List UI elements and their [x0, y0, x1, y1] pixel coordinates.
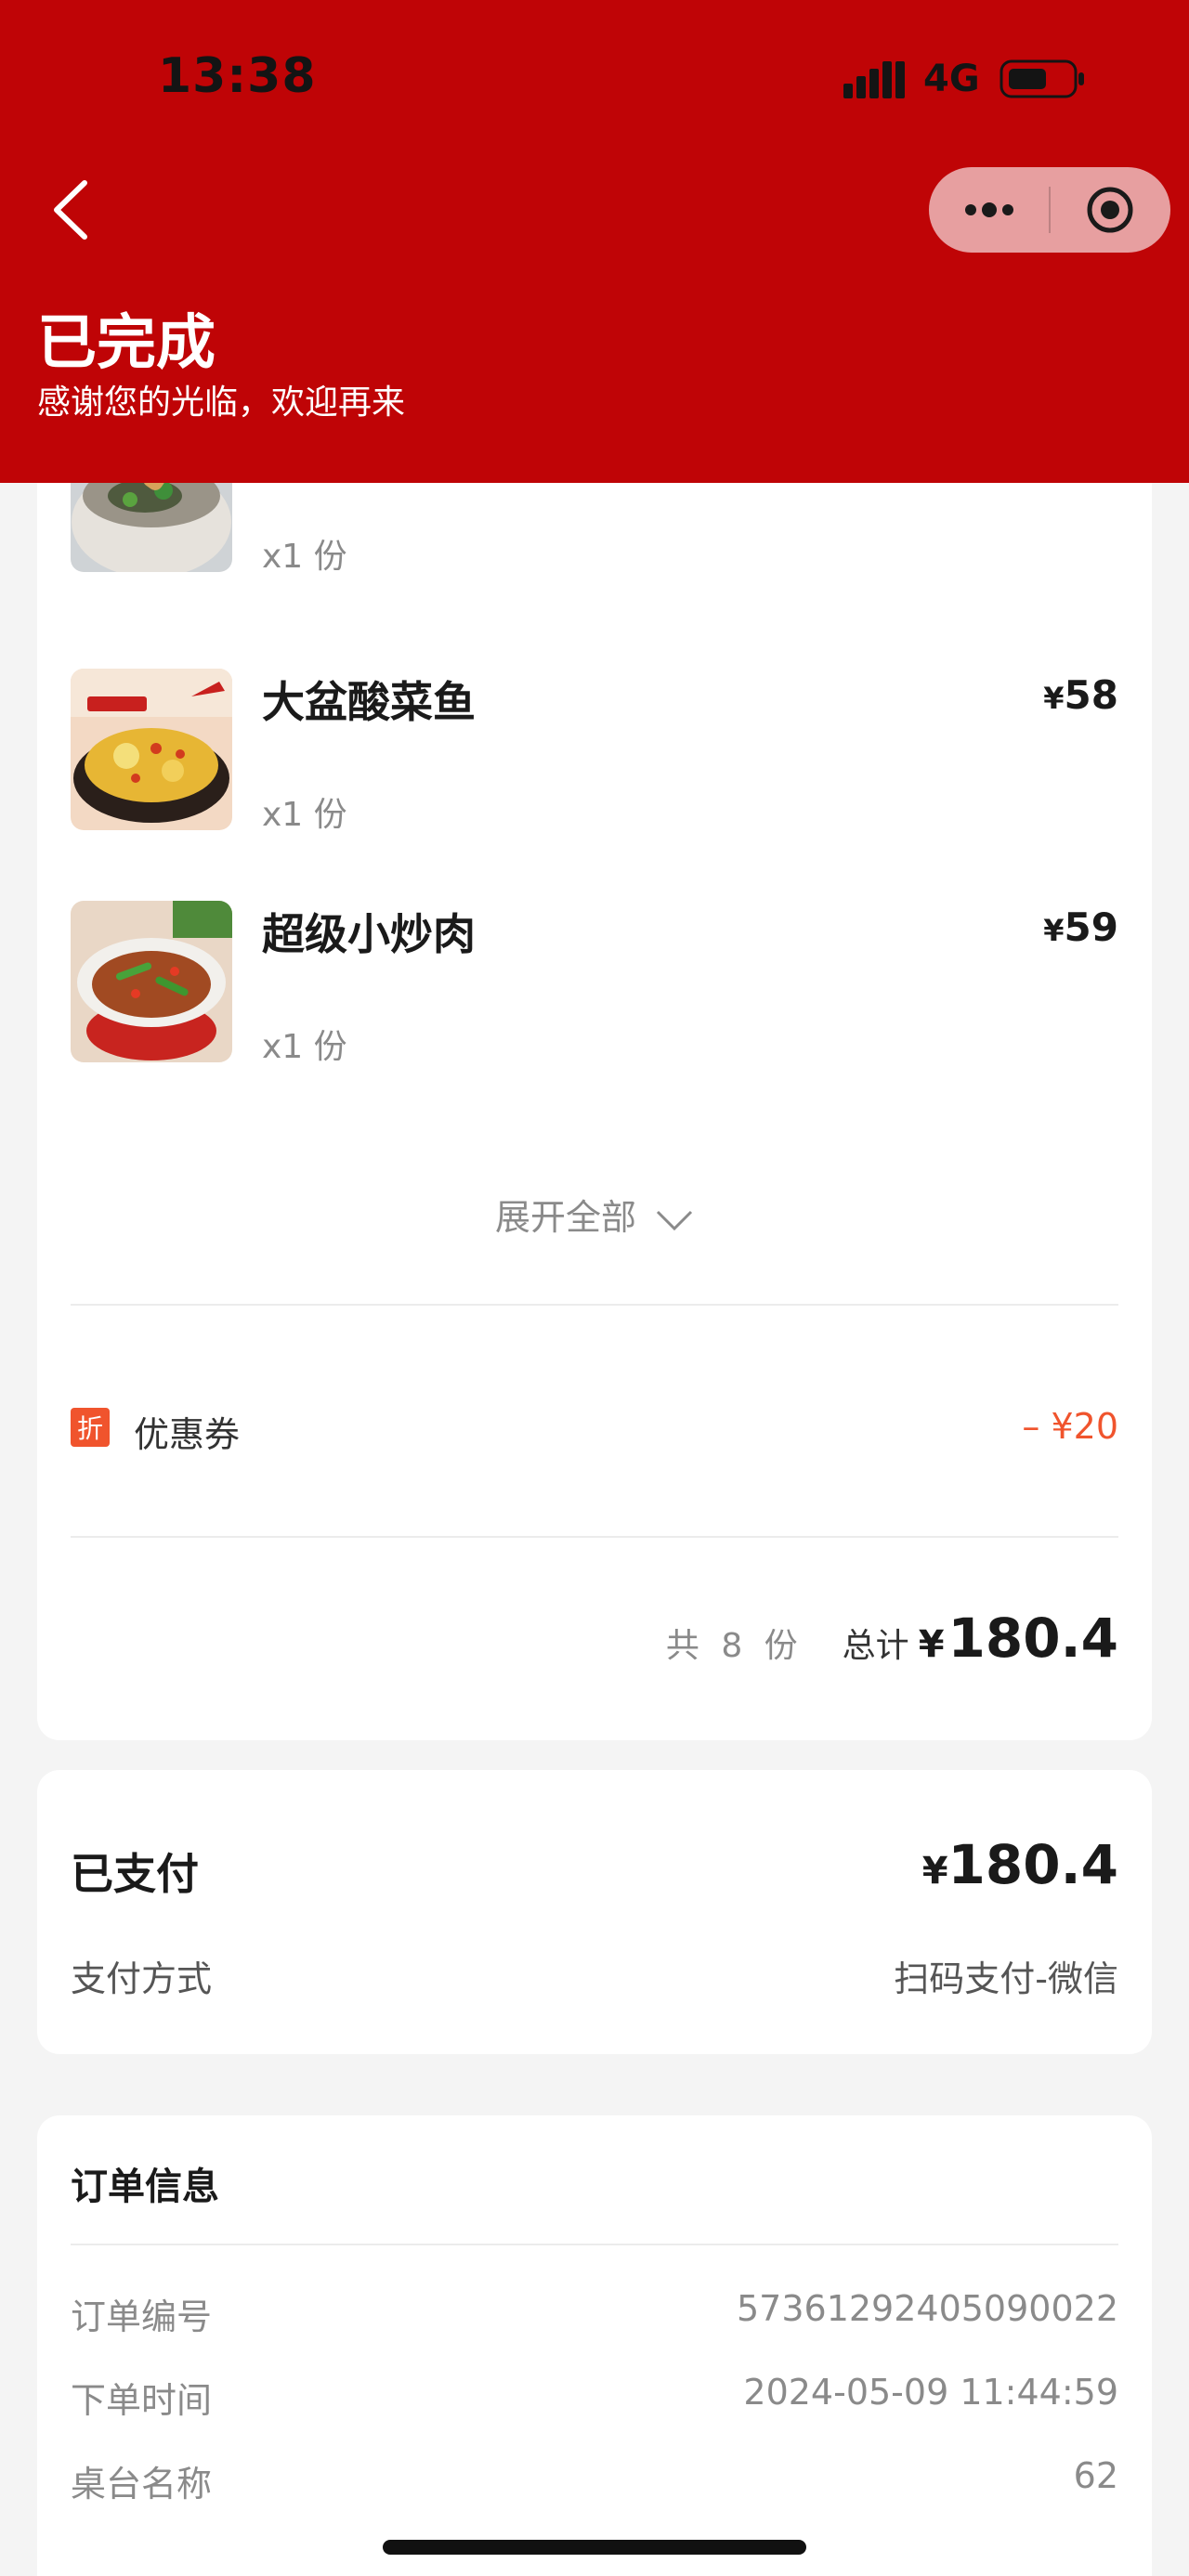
coupon-label: 优惠券: [134, 1414, 241, 1455]
payment-card: 已支付 ¥180.4 支付方式 扫码支付-微信: [37, 1770, 1152, 2054]
home-indicator: [383, 2540, 806, 2555]
divider: [71, 1304, 1118, 1306]
dish-name: 大盆酸菜鱼: [262, 677, 476, 727]
expand-all-button[interactable]: 展开全部: [37, 1189, 1152, 1240]
battery-icon: [1000, 59, 1084, 98]
network-type: 4G: [923, 58, 980, 100]
dish-quantity: x1 份: [262, 538, 347, 576]
info-key: 桌台名称: [71, 2464, 213, 2504]
payment-method-value: 扫码支付-微信: [894, 1958, 1118, 1999]
info-key: 订单编号: [71, 2296, 213, 2337]
order-total-row: 共 8 份 总计 ¥ 180.4: [666, 1607, 1118, 1670]
dish-item[interactable]: 超级小炒肉 ¥59 x1 份: [71, 901, 1118, 1066]
expand-all-label: 展开全部: [494, 1197, 636, 1238]
table-name-value: 62: [1073, 2455, 1118, 2496]
signal-icon: [843, 61, 905, 98]
currency-symbol: ¥: [1043, 913, 1065, 948]
dish-price: ¥58: [1043, 672, 1118, 718]
chevron-down-icon: [656, 1210, 693, 1230]
payment-method-label: 支付方式: [71, 1958, 213, 1999]
close-miniprogram-button[interactable]: [1051, 167, 1170, 253]
page-title: 已完成: [37, 309, 216, 378]
order-info-card: 订单信息 订单编号 57361292405090022 下单时间 2024-05…: [37, 2115, 1152, 2576]
price-value: 59: [1064, 904, 1118, 950]
miniprogram-capsule: [929, 167, 1170, 253]
dish-image-sauerkraut-fish: [71, 669, 232, 830]
currency-symbol: ¥: [921, 1850, 948, 1893]
divider: [71, 2244, 1118, 2245]
paid-amount: ¥180.4: [922, 1833, 1118, 1896]
back-button[interactable]: [37, 173, 102, 247]
info-key: 下单时间: [71, 2380, 213, 2421]
coupon-value: – ¥20: [1022, 1406, 1118, 1447]
order-number-value[interactable]: 57361292405090022: [737, 2288, 1118, 2329]
more-dots-icon: [964, 202, 1013, 217]
order-time-row: 下单时间 2024-05-09 11:44:59: [71, 2372, 1118, 2427]
chevron-left-icon: [54, 180, 87, 240]
total-amount: 180.4: [947, 1607, 1118, 1670]
currency-symbol: ¥: [1043, 681, 1065, 716]
price-value: 58: [1064, 672, 1118, 718]
order-number-row: 订单编号 57361292405090022: [71, 2288, 1118, 2344]
dish-name: 超级小炒肉: [262, 909, 476, 959]
page-subtitle: 感谢您的光临，欢迎再来: [37, 384, 406, 422]
order-items-card: x1 份 大盆酸菜鱼 ¥58 x1 份 超级小炒肉 ¥59 x1 份 展开全部 …: [37, 409, 1152, 1740]
status-time: 13:38: [158, 48, 317, 104]
divider: [71, 1536, 1118, 1538]
currency-symbol: ¥: [918, 1623, 945, 1666]
dish-image-stir-fried-pork: [71, 901, 232, 1062]
order-time-value: 2024-05-09 11:44:59: [743, 2372, 1118, 2413]
paid-title: 已支付: [71, 1849, 199, 1899]
dish-item[interactable]: 大盆酸菜鱼 ¥58 x1 份: [71, 669, 1118, 834]
header: 13:38 4G 已完成 感谢您的光临，欢迎再来: [0, 0, 1189, 483]
discount-badge: 折: [71, 1408, 110, 1447]
dish-quantity: x1 份: [262, 796, 347, 834]
table-name-row: 桌台名称 62: [71, 2455, 1118, 2511]
total-label: 总计: [842, 1627, 909, 1665]
paid-amount-value: 180.4: [947, 1833, 1118, 1896]
more-button[interactable]: [929, 167, 1049, 253]
dish-quantity: x1 份: [262, 1028, 347, 1066]
item-count: 共 8 份: [665, 1627, 804, 1665]
target-circle-icon: [1087, 187, 1133, 233]
dish-price: ¥59: [1043, 904, 1118, 950]
order-info-title: 订单信息: [71, 2166, 219, 2208]
